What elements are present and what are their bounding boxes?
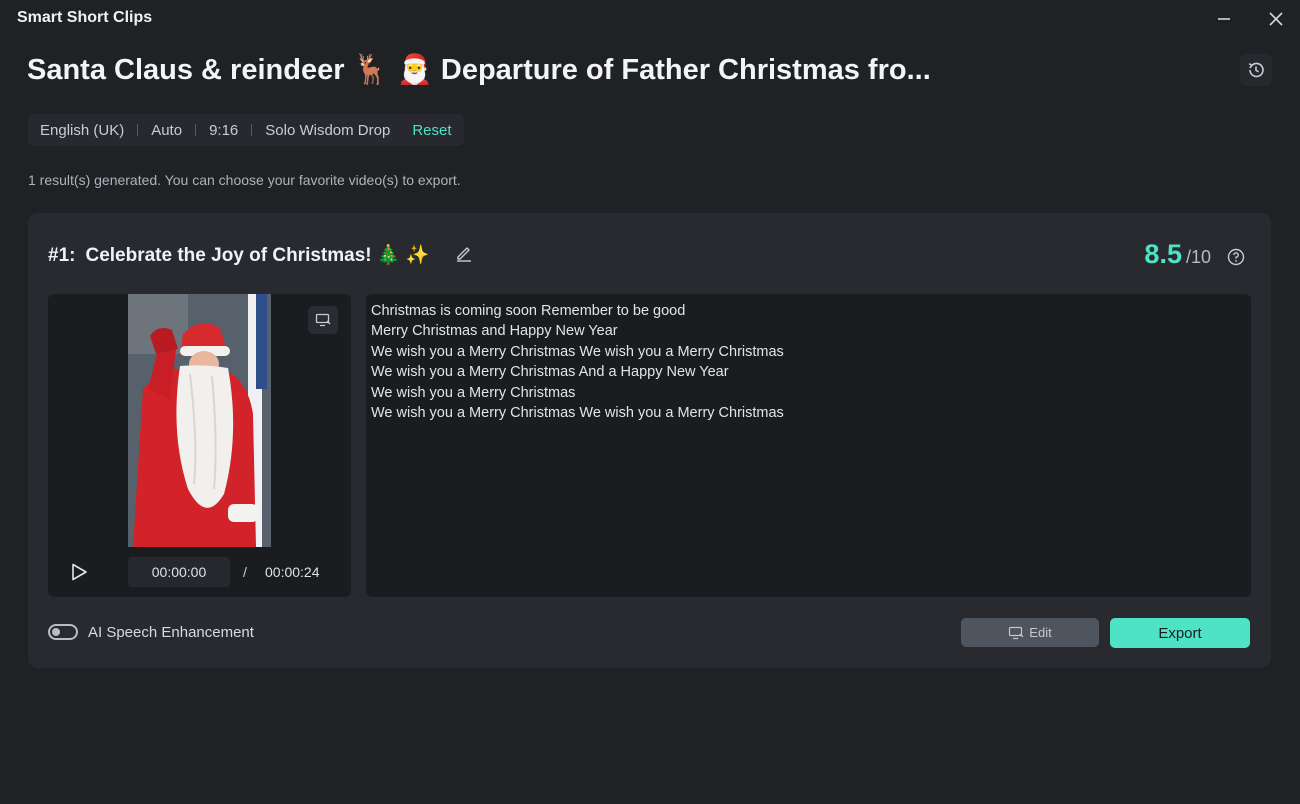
score-max: /10: [1185, 247, 1211, 267]
close-icon: [1269, 12, 1283, 26]
transcript-panel[interactable]: Christmas is coming soon Remember to be …: [366, 294, 1251, 597]
transcript-line: Christmas is coming soon Remember to be …: [371, 303, 686, 319]
export-button-label: Export: [1158, 624, 1202, 642]
score-value: 8.5: [1144, 239, 1182, 269]
transcript-line: We wish you a Merry Christmas: [371, 384, 576, 401]
transcript-line: We wish you a Merry Christmas We wish yo…: [371, 343, 784, 360]
time-separator: /: [243, 564, 247, 580]
aspect-ratio-setting[interactable]: 9:16: [209, 122, 238, 139]
export-button[interactable]: Export: [1110, 618, 1250, 648]
minimize-icon: [1218, 18, 1230, 20]
edit-video-icon: [1009, 626, 1024, 639]
settings-bar: English (UK) Auto 9:16 Solo Wisdom Drop …: [28, 114, 464, 146]
ai-speech-toggle[interactable]: [48, 624, 78, 640]
history-icon: [1248, 62, 1264, 78]
transcript-line: We wish you a Merry Christmas And a Happ…: [371, 364, 729, 381]
pencil-icon: [457, 247, 471, 262]
ai-speech-label: AI Speech Enhancement: [88, 624, 254, 641]
divider: [137, 124, 139, 136]
edit-button[interactable]: Edit: [961, 618, 1099, 647]
video-title: Santa Claus & reindeer 🦌 🎅 Departure of …: [27, 54, 931, 86]
clip-score: 8.5/10: [1144, 239, 1211, 270]
clip-title: Celebrate the Joy of Christmas! 🎄 ✨: [85, 245, 430, 266]
language-setting[interactable]: English (UK): [40, 122, 124, 139]
clip-heading: #1: Celebrate the Joy of Christmas! 🎄 ✨: [48, 243, 429, 267]
title-bar: Smart Short Clips: [0, 0, 1300, 38]
close-button[interactable]: [1264, 7, 1288, 31]
toggle-knob: [52, 628, 60, 636]
reset-button[interactable]: Reset: [412, 122, 451, 139]
result-card: #1: Celebrate the Joy of Christmas! 🎄 ✨ 8…: [28, 213, 1271, 668]
total-time: 00:00:24: [265, 564, 320, 580]
duration-setting[interactable]: Auto: [151, 122, 182, 139]
video-player: 00:00:00 / 00:00:24: [48, 294, 351, 597]
video-thumbnail[interactable]: [128, 294, 271, 547]
clip-index: #1:: [48, 245, 76, 266]
results-note: 1 result(s) generated. You can choose yo…: [28, 172, 461, 188]
transcript-line: We wish you a Merry Christmas We wish yo…: [371, 405, 784, 422]
transcript-line: Merry Christmas and Happy New Year: [371, 323, 618, 340]
play-button[interactable]: [68, 561, 90, 583]
current-time: 00:00:00: [128, 557, 230, 587]
play-icon: [72, 563, 87, 581]
crop-icon: [315, 313, 331, 327]
crop-button[interactable]: [308, 306, 338, 334]
divider: [251, 124, 253, 136]
divider: [195, 124, 197, 136]
history-button[interactable]: [1240, 54, 1272, 86]
edit-button-label: Edit: [1029, 625, 1052, 640]
template-setting[interactable]: Solo Wisdom Drop: [265, 122, 390, 139]
edit-title-button[interactable]: [454, 243, 474, 263]
minimize-button[interactable]: [1212, 7, 1236, 31]
app-title: Smart Short Clips: [17, 9, 153, 26]
help-icon[interactable]: [1227, 248, 1245, 266]
